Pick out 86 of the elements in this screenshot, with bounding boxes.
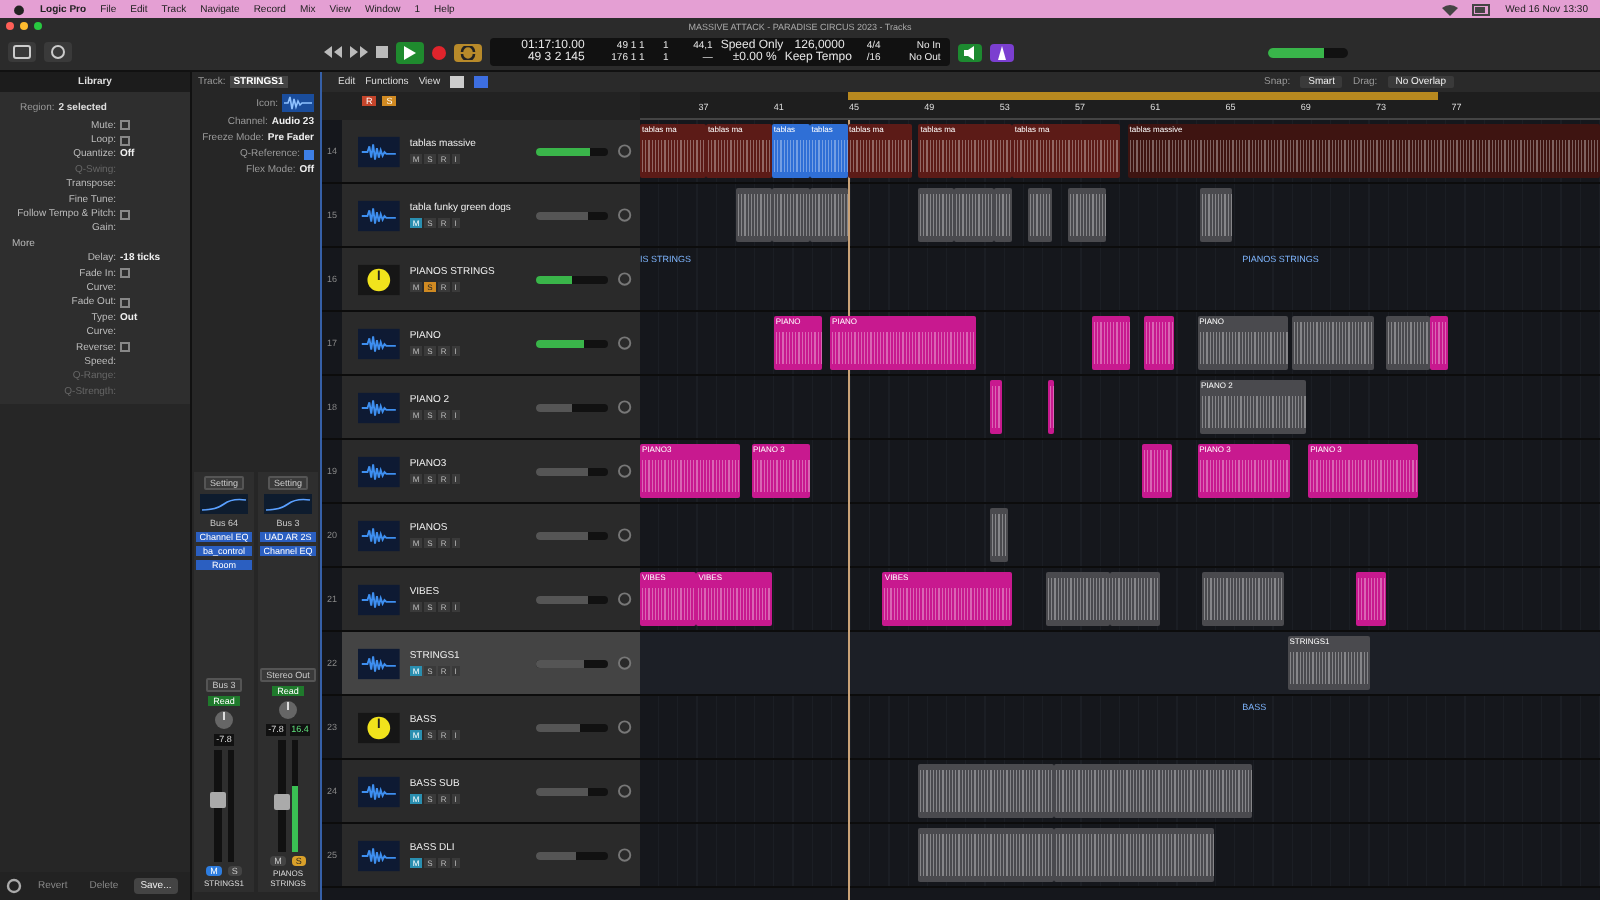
audio-region[interactable] (954, 188, 994, 242)
track-volume-slider[interactable] (536, 403, 609, 411)
rewind-icon[interactable] (324, 46, 343, 58)
audio-region[interactable] (918, 828, 1055, 882)
waveform-icon (358, 135, 400, 167)
grid-icon[interactable] (450, 76, 465, 88)
settings-icon[interactable] (6, 878, 22, 894)
track-volume-slider[interactable] (536, 147, 609, 155)
checkbox[interactable] (120, 342, 130, 353)
audio-region[interactable] (771, 188, 810, 242)
track-volume-slider[interactable] (536, 851, 609, 859)
audio-region[interactable] (918, 764, 1055, 818)
track-volume-slider[interactable] (536, 339, 609, 347)
minimize-button[interactable] (20, 22, 28, 30)
zoom-button[interactable] (34, 22, 42, 30)
audio-region[interactable] (809, 188, 848, 242)
checkbox[interactable] (304, 149, 314, 159)
audio-region[interactable] (1202, 572, 1284, 626)
track-volume-slider[interactable] (536, 467, 609, 475)
waveform-icon (358, 199, 400, 231)
apple-icon[interactable] (12, 2, 26, 16)
play-button[interactable] (396, 41, 425, 63)
info-icon (48, 44, 68, 60)
knob-icon (358, 711, 400, 743)
battery-icon[interactable] (1471, 3, 1492, 15)
audio-region[interactable] (736, 188, 772, 242)
fader-cap[interactable] (210, 791, 226, 808)
metronome-icon[interactable] (990, 43, 1015, 61)
audio-region[interactable] (918, 188, 955, 242)
library-button[interactable] (8, 42, 36, 62)
eq-curve-icon[interactable] (200, 494, 248, 514)
pan-knob[interactable] (214, 709, 234, 730)
audio-region[interactable] (1110, 572, 1160, 626)
track-volume-slider[interactable] (536, 723, 609, 731)
list-icon[interactable] (474, 76, 489, 88)
waveform-icon (358, 839, 400, 871)
audio-region[interactable] (1355, 572, 1386, 626)
cycle-button[interactable] (454, 43, 483, 61)
audio-region[interactable] (1054, 764, 1252, 818)
audio-region[interactable] (1199, 188, 1233, 242)
audio-region[interactable] (1067, 188, 1107, 242)
waveform-icon[interactable] (282, 94, 314, 112)
pan-knob[interactable] (278, 700, 298, 721)
waveform-icon (358, 583, 400, 615)
audio-region[interactable] (1385, 316, 1431, 370)
close-button[interactable] (6, 22, 14, 30)
audio-region[interactable] (1291, 316, 1375, 370)
waveform-icon (358, 519, 400, 551)
library-icon (12, 44, 32, 60)
master-volume-slider[interactable] (1267, 47, 1348, 57)
wifi-icon[interactable] (1441, 3, 1458, 15)
audio-region[interactable] (1054, 828, 1215, 882)
track-volume-slider[interactable] (536, 211, 609, 219)
waveform-icon (358, 647, 400, 679)
audio-region[interactable] (1027, 188, 1053, 242)
cycle-icon (460, 45, 477, 59)
waveform-icon (358, 391, 400, 423)
checkbox[interactable] (120, 209, 130, 220)
audio-region[interactable] (993, 188, 1013, 242)
audio-region[interactable] (1142, 444, 1173, 498)
audio-region[interactable] (1048, 380, 1055, 434)
track-volume-slider[interactable] (536, 787, 609, 795)
track-volume-slider[interactable] (536, 659, 609, 667)
audio-region[interactable] (1144, 316, 1175, 370)
track-volume-slider[interactable] (536, 275, 609, 283)
knob-icon (358, 263, 400, 295)
speaker-icon[interactable] (958, 43, 983, 61)
track-volume-slider[interactable] (536, 595, 609, 603)
waveform-icon (358, 775, 400, 807)
checkbox[interactable] (120, 135, 130, 146)
play-icon (404, 45, 417, 59)
checkbox[interactable] (120, 297, 130, 308)
forward-icon[interactable] (350, 46, 369, 58)
checkbox[interactable] (120, 120, 130, 131)
checkbox[interactable] (120, 268, 130, 279)
fader-cap[interactable] (274, 794, 290, 811)
track-volume-slider[interactable] (536, 531, 609, 539)
inspector-button[interactable] (44, 42, 72, 62)
record-icon[interactable] (432, 45, 447, 59)
audio-region[interactable] (1046, 572, 1111, 626)
audio-region[interactable] (1091, 316, 1130, 370)
stop-icon[interactable] (376, 46, 389, 58)
waveform-icon (358, 455, 400, 487)
eq-curve-icon[interactable] (264, 494, 312, 514)
waveform-icon (358, 327, 400, 359)
audio-region[interactable] (990, 508, 1008, 562)
